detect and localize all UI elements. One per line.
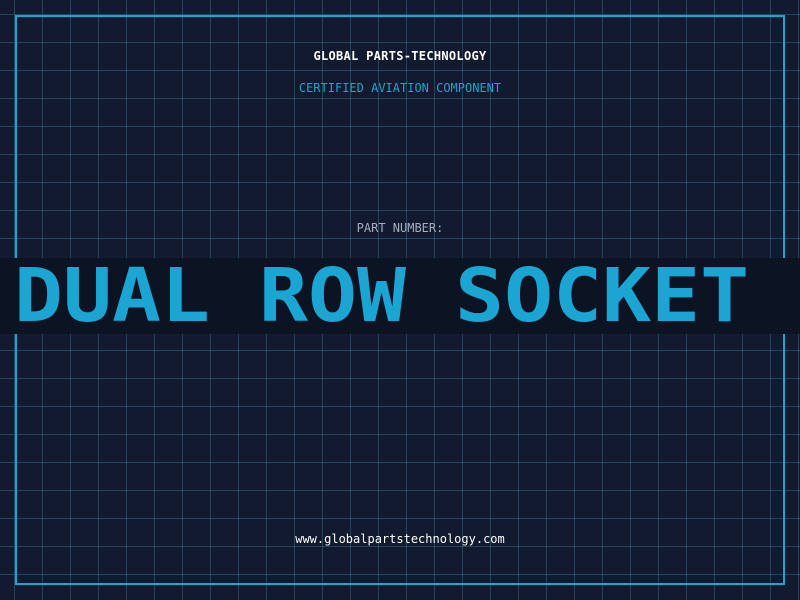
- company-name: GLOBAL PARTS-TECHNOLOGY: [313, 49, 487, 63]
- part-number-text: DUAL ROW SOCKET ST: [14, 258, 800, 334]
- part-number-banner: DUAL ROW SOCKET ST: [0, 258, 800, 334]
- grid-background: GLOBAL PARTS-TECHNOLOGY CERTIFIED AVIATI…: [0, 0, 800, 600]
- website-url: www.globalpartstechnology.com: [295, 532, 505, 546]
- certification-subtitle: CERTIFIED AVIATION COMPONENT: [298, 81, 502, 95]
- part-number-label: PART NUMBER:: [356, 221, 444, 235]
